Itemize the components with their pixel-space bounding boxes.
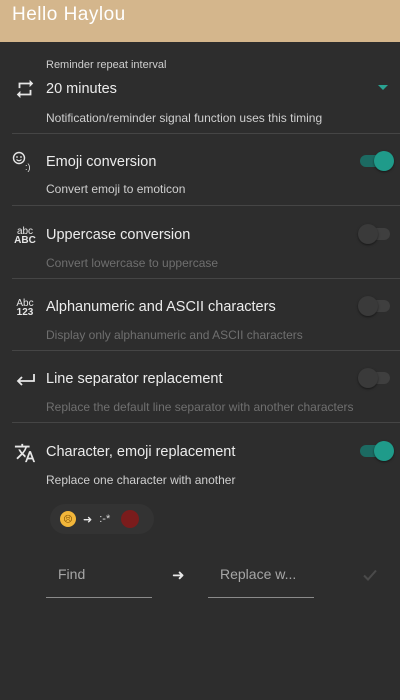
delete-rule-button[interactable]	[121, 510, 140, 528]
line-separator-toggle[interactable]	[358, 368, 394, 388]
repeat-interval-label: Reminder repeat interval	[46, 59, 167, 71]
divider	[12, 133, 400, 134]
divider	[12, 422, 400, 423]
find-input[interactable]: Find	[46, 556, 152, 598]
alphanumeric-description: Display only alphanumeric and ASCII char…	[46, 328, 303, 342]
line-return-icon	[12, 368, 38, 392]
character-replacement-title: Character, emoji replacement	[46, 444, 236, 460]
uppercase-conversion-title: Uppercase conversion	[46, 227, 191, 243]
arrow-right-icon: ➜	[172, 567, 185, 584]
emoji-conversion-title: Emoji conversion	[46, 154, 157, 170]
alphanumeric-title: Alphanumeric and ASCII characters	[46, 299, 276, 315]
replacement-rule-chip[interactable]: 😣 ➜ :-*	[50, 504, 154, 534]
divider	[12, 205, 400, 206]
arrow-right-icon: ➜	[83, 513, 93, 526]
divider	[12, 350, 400, 351]
repeat-interval-value[interactable]: 20 minutes	[46, 81, 117, 97]
emoji-conversion-toggle[interactable]	[358, 151, 394, 171]
repeat-icon	[12, 77, 38, 101]
app-title: Hello Haylou	[12, 4, 126, 25]
character-replacement-description: Replace one character with another	[46, 473, 236, 487]
replace-placeholder: Replace w...	[220, 566, 297, 582]
find-placeholder: Find	[58, 566, 86, 582]
uppercase-conversion-description: Convert lowercase to uppercase	[46, 256, 219, 270]
replacement-target-text: :-*	[99, 513, 111, 525]
dropdown-arrow-icon[interactable]	[378, 85, 388, 90]
abc-uppercase-icon: abc ABC	[14, 226, 36, 246]
svg-text::): :)	[25, 162, 31, 172]
emoji-icon: :)	[12, 150, 38, 174]
alphanumeric-toggle[interactable]	[358, 296, 394, 316]
replace-input[interactable]: Replace w...	[208, 556, 314, 598]
emoji-conversion-description: Convert emoji to emoticon	[46, 182, 186, 196]
replacement-source-emoji: 😣	[60, 511, 76, 527]
translate-icon	[12, 441, 38, 465]
character-replacement-toggle[interactable]	[358, 441, 394, 461]
app-bar: Hello Haylou	[0, 0, 400, 42]
repeat-interval-description: Notification/reminder signal function us…	[46, 111, 323, 125]
line-separator-title: Line separator replacement	[46, 371, 223, 387]
divider	[12, 278, 400, 279]
uppercase-conversion-toggle[interactable]	[358, 224, 394, 244]
alphanumeric-icon: Abc 123	[16, 298, 34, 318]
line-separator-description: Replace the default line separator with …	[46, 400, 354, 414]
confirm-check-icon[interactable]	[360, 565, 380, 585]
